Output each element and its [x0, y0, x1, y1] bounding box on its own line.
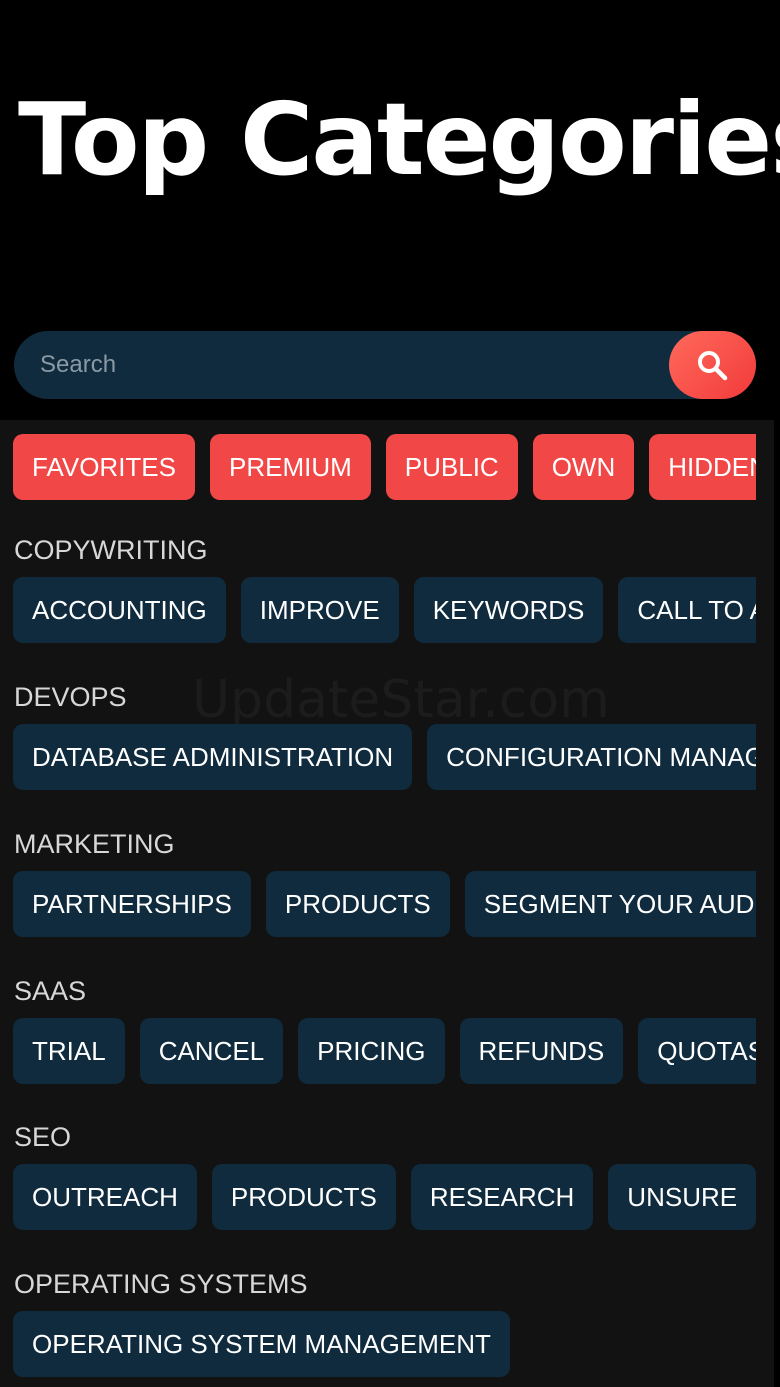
tag-chip[interactable]: RESEARCH	[410, 1164, 594, 1230]
filter-chip-public[interactable]: PUBLIC	[385, 434, 518, 500]
filter-chip-premium[interactable]: PREMIUM	[210, 434, 371, 500]
tag-row-devops: DATABASE ADMINISTRATION CONFIGURATION MAN…	[13, 724, 756, 792]
page-title: Top Categories	[18, 81, 780, 198]
categories-panel: UpdateStar.com FAVORITES PREMIUM PUBLIC OWN…	[0, 420, 774, 1387]
filter-row: FAVORITESPREMIUMPUBLICOWNHIDDEN	[13, 434, 756, 502]
filter-chip-hidden[interactable]: HIDDEN	[649, 434, 756, 500]
tag-chip[interactable]: KEYWORDS	[413, 577, 604, 643]
tag-chip[interactable]: CALL TO ACTION	[618, 577, 756, 643]
tag-chip[interactable]: TRIAL	[13, 1018, 125, 1084]
tag-chip[interactable]: IMPROVE	[240, 577, 399, 643]
tag-chip[interactable]: UNSURE	[608, 1164, 756, 1230]
tag-chip[interactable]: CANCEL	[139, 1018, 284, 1084]
tag-chip[interactable]: PRODUCTS	[211, 1164, 396, 1230]
tag-row-marketing: PARTNERSHIPSPRODUCTSSEGMENT YOUR AUDIENC…	[13, 871, 756, 939]
tag-chip[interactable]: DATABASE ADMINISTRATION	[13, 724, 413, 790]
tag-chip[interactable]: REFUNDS	[459, 1018, 624, 1084]
search-icon	[698, 351, 728, 381]
filter-chip-favorites[interactable]: FAVORITES	[13, 434, 195, 500]
page: Top Categories UpdateStar.com FAVORITESP…	[0, 0, 780, 1387]
category-title-operating-systems: OPERATING SYSTEMS	[14, 1269, 308, 1299]
filter-chip-own[interactable]: OWN	[532, 434, 635, 500]
tag-chip[interactable]: ACCOUNTING	[13, 577, 226, 643]
tag-chip[interactable]: PRODUCTS	[265, 871, 450, 937]
category-title-saas: SAAS	[14, 976, 87, 1006]
watermark: UpdateStar.com	[192, 670, 610, 730]
category-title-seo: SEO	[14, 1122, 72, 1152]
search-button[interactable]	[669, 331, 756, 399]
tag-chip[interactable]: QUOTAS	[638, 1018, 756, 1084]
category-title-copywriting: COPYWRITING	[14, 535, 208, 565]
tag-row-seo: OUTREACH PRODUCTS RESEARCH UNSURE	[13, 1164, 756, 1232]
tag-chip[interactable]: PARTNERSHIPS	[13, 871, 251, 937]
tag-row-operating-systems: OPERATING SYSTEM MANAGEMENT	[13, 1311, 756, 1379]
tag-chip[interactable]: OUTREACH	[13, 1164, 197, 1230]
tag-row-copywriting: ACCOUNTINGIMPROVEKEYWORDSCALL TO ACTION	[13, 577, 756, 645]
tag-chip[interactable]: OPERATING SYSTEM MANAGEMENT	[13, 1311, 510, 1377]
category-title-marketing: MARKETING	[14, 829, 175, 859]
tag-chip[interactable]: SEGMENT YOUR AUDIENCE	[464, 871, 756, 937]
search-bar	[14, 331, 756, 399]
tag-chip[interactable]: PRICING	[298, 1018, 445, 1084]
search-input[interactable]	[40, 331, 660, 399]
tag-row-saas: TRIAL CANCEL PRICING REFUNDS QUOTAS	[13, 1018, 756, 1086]
tag-chip[interactable]: CONFIGURATION MANAGEMENT	[427, 724, 756, 790]
category-title-devops: DEVOPS	[14, 682, 127, 712]
